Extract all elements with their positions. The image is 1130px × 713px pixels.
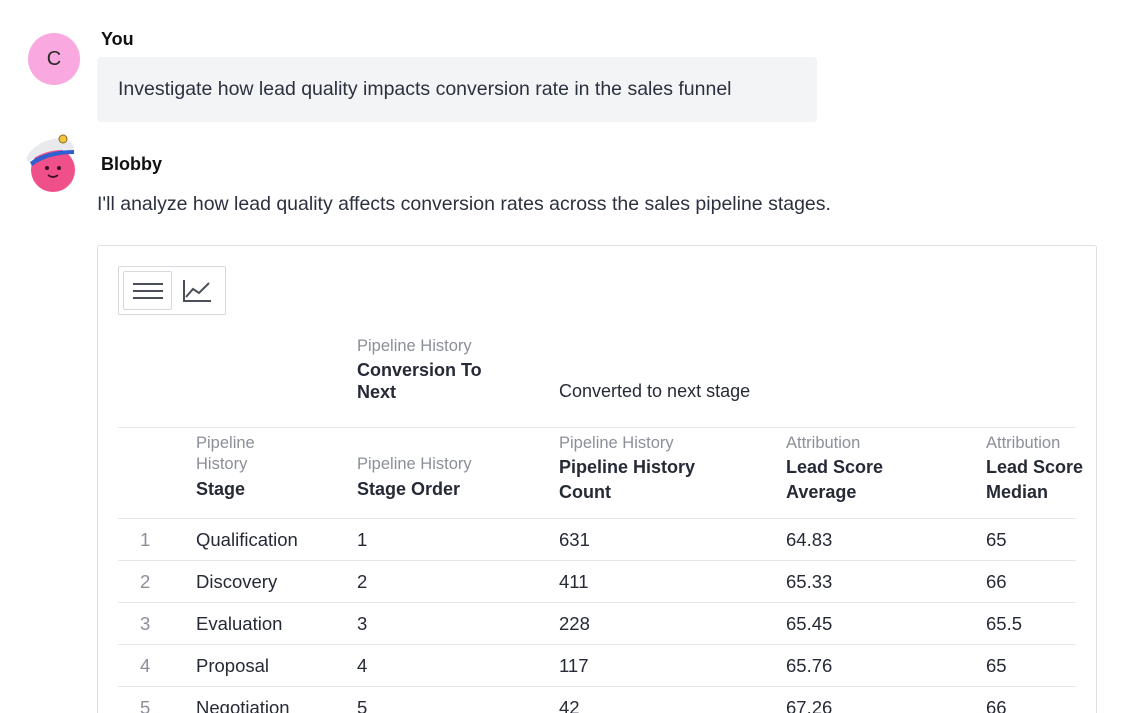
row-index: 5 bbox=[140, 697, 151, 713]
column-header-sub: Attribution bbox=[786, 434, 861, 452]
result-card: Pipeline History Conversion To Next Conv… bbox=[97, 245, 1097, 713]
pivot-header: Pipeline History Conversion To Next bbox=[357, 336, 497, 403]
user-message: Investigate how lead quality impacts con… bbox=[97, 57, 817, 122]
cell-lead-score-average: 64.83 bbox=[786, 529, 833, 550]
column-header-main: Stage bbox=[196, 479, 246, 499]
cell-stage-order: 5 bbox=[357, 697, 368, 713]
column-header-sub: Attribution bbox=[986, 434, 1061, 452]
cell-count: 117 bbox=[559, 655, 589, 676]
blobby-avatar-icon bbox=[26, 134, 75, 192]
cell-lead-score-median: 65 bbox=[986, 655, 1007, 676]
row-index: 3 bbox=[140, 613, 151, 634]
cell-stage-order: 1 bbox=[357, 529, 368, 550]
cell-count: 228 bbox=[559, 613, 590, 634]
table-row[interactable]: 1 Qualification 1 631 64.83 65 bbox=[118, 519, 1076, 561]
cell-count: 42 bbox=[559, 697, 580, 713]
table-row[interactable]: 3 Evaluation 3 228 65.45 65.5 bbox=[118, 603, 1076, 645]
cell-lead-score-median: 66 bbox=[986, 571, 1007, 592]
column-header-main: Lead Score Average bbox=[786, 457, 884, 502]
column-header-count[interactable]: Pipeline History Pipeline History Count bbox=[559, 433, 719, 505]
row-index: 2 bbox=[140, 571, 151, 592]
cell-lead-score-median: 65.5 bbox=[986, 613, 1023, 634]
pivot-header-main: Conversion To Next bbox=[357, 360, 482, 402]
cell-lead-score-average: 65.76 bbox=[786, 655, 833, 676]
cell-stage-order: 3 bbox=[357, 613, 368, 634]
cell-stage: Discovery bbox=[196, 571, 278, 592]
chart-view-button[interactable] bbox=[172, 271, 221, 310]
cell-lead-score-average: 65.45 bbox=[786, 613, 833, 634]
bot-name: Blobby bbox=[101, 154, 162, 174]
column-header-sub: Pipeline History bbox=[559, 434, 674, 452]
table-row[interactable]: 4 Proposal 4 117 65.76 65 bbox=[118, 645, 1076, 687]
cell-stage-order: 2 bbox=[357, 571, 368, 592]
column-header-stage-order[interactable]: Pipeline History Stage Order bbox=[357, 454, 527, 500]
pivot-value-label: Converted to next stage bbox=[559, 381, 751, 401]
row-index: 4 bbox=[140, 655, 151, 676]
column-header-sub: Pipeline History bbox=[357, 455, 472, 473]
cell-lead-score-median: 65 bbox=[986, 529, 1007, 550]
column-header-main: Pipeline History Count bbox=[559, 457, 696, 502]
cell-stage: Evaluation bbox=[196, 613, 283, 634]
cell-stage: Qualification bbox=[196, 529, 298, 550]
table-row[interactable]: 5 Negotiation 5 42 67.26 66 bbox=[118, 687, 1076, 713]
table-view-button[interactable] bbox=[123, 271, 173, 310]
cell-count: 411 bbox=[559, 571, 589, 592]
column-header-sub: Pipeline History bbox=[196, 434, 255, 473]
table-icon bbox=[132, 282, 163, 299]
cell-count: 631 bbox=[559, 529, 590, 550]
view-toggle bbox=[118, 266, 226, 315]
user-name: You bbox=[101, 29, 134, 49]
cell-stage: Proposal bbox=[196, 655, 270, 676]
user-avatar-letter: C bbox=[46, 47, 62, 70]
cell-lead-score-average: 67.26 bbox=[786, 697, 833, 713]
row-index: 1 bbox=[140, 529, 151, 550]
column-header-lead-score-median[interactable]: Attribution Lead Score Median bbox=[986, 433, 1096, 505]
column-header-main: Stage Order bbox=[357, 479, 461, 499]
user-message-text: Investigate how lead quality impacts con… bbox=[118, 78, 732, 100]
cell-stage-order: 4 bbox=[357, 655, 368, 676]
column-header-main: Lead Score Median bbox=[986, 457, 1084, 502]
cell-lead-score-average: 65.33 bbox=[786, 571, 833, 592]
column-header-stage[interactable]: Pipeline History Stage bbox=[196, 433, 296, 500]
bot-message: I'll analyze how lead quality affects co… bbox=[97, 193, 831, 215]
user-avatar: C bbox=[28, 33, 80, 85]
cell-stage: Negotiation bbox=[196, 697, 290, 713]
pivot-header-sub: Pipeline History bbox=[357, 337, 472, 355]
column-header-lead-score-average[interactable]: Attribution Lead Score Average bbox=[786, 433, 916, 505]
cell-lead-score-median: 66 bbox=[986, 697, 1007, 713]
table-row[interactable]: 2 Discovery 2 411 65.33 66 bbox=[118, 561, 1076, 603]
line-chart-icon bbox=[182, 279, 211, 302]
